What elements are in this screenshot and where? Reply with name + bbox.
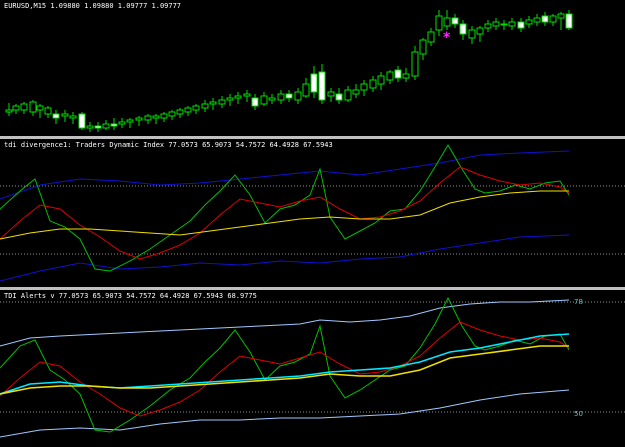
candle-body <box>327 91 335 97</box>
candle-body <box>218 99 226 105</box>
candle-body <box>168 111 176 117</box>
candle-body <box>360 83 368 91</box>
level-label-high: 78 <box>574 298 583 306</box>
candlestick-chart <box>5 10 573 132</box>
candle-body <box>419 39 427 55</box>
candle-body <box>110 123 118 127</box>
candle-body <box>318 71 326 101</box>
tdi-rsi-price-line <box>0 144 570 272</box>
candle-body <box>377 75 385 85</box>
candle-body <box>260 95 268 105</box>
candle-body <box>184 107 192 113</box>
price-chart-pane[interactable]: EURUSD,M15 1.09880 1.09880 1.09777 1.097… <box>0 0 625 136</box>
candle-body <box>369 79 377 89</box>
candle-body <box>484 23 492 29</box>
candle-body <box>285 93 293 99</box>
candle-body <box>525 19 533 25</box>
candle-body <box>335 93 343 101</box>
alerts-signal-line <box>0 321 570 417</box>
candle-body <box>226 97 234 101</box>
candle-body <box>118 121 126 125</box>
candle-body <box>209 101 217 105</box>
candle-body <box>201 103 209 109</box>
candle-body <box>44 107 52 115</box>
candle-body <box>557 13 565 19</box>
candle-body <box>517 21 525 29</box>
candle-body <box>52 113 60 119</box>
candle-body <box>565 13 573 29</box>
candle-body <box>443 17 451 27</box>
candle-body <box>427 31 435 43</box>
candle-body <box>500 23 508 26</box>
candle-body <box>126 119 134 123</box>
candle-body <box>435 15 443 31</box>
candle-body <box>94 125 102 129</box>
candle-body <box>533 17 541 23</box>
candle-body <box>386 71 394 81</box>
alerts-lower-band <box>0 389 570 438</box>
tdi-alerts-lines <box>0 296 625 438</box>
candle-body <box>69 115 77 119</box>
tdi-lower-band <box>0 234 570 282</box>
candle-body <box>451 17 459 25</box>
candle-body <box>468 29 476 39</box>
candle-body <box>20 103 28 111</box>
candle-body <box>78 113 86 129</box>
candle-body <box>243 93 251 97</box>
candle-body <box>394 69 402 79</box>
candle-body <box>476 27 484 35</box>
candle-body <box>294 91 302 101</box>
candle-body <box>5 109 13 113</box>
candle-body <box>192 105 200 111</box>
candle-body <box>152 115 160 119</box>
candle-body <box>492 21 500 27</box>
candle-body <box>541 15 549 23</box>
candle-body <box>29 101 37 113</box>
alerts-market-base-line <box>0 345 569 395</box>
candle-body <box>344 89 352 101</box>
tdi-divergence-pane[interactable]: tdi divergence1: Traders Dynamic Index 7… <box>0 139 625 287</box>
candle-body <box>176 109 184 115</box>
candle-body <box>251 97 259 107</box>
level-label-low: 50 <box>574 410 583 418</box>
candle-body <box>508 21 516 27</box>
tdi-market-base-line <box>0 190 569 240</box>
candle-body <box>234 95 242 99</box>
candle-body <box>36 105 44 111</box>
candle-body <box>459 23 467 35</box>
candle-body <box>86 125 94 129</box>
tdi-indicator-lines <box>0 144 625 282</box>
candle-body <box>277 93 285 101</box>
candle-body <box>160 113 168 119</box>
candle-body <box>411 51 419 77</box>
alerts-upper-band <box>0 299 570 347</box>
candle-body <box>402 73 410 79</box>
candle-body <box>302 83 310 97</box>
candle-body <box>12 105 20 111</box>
signal-star-marker: * <box>443 30 451 46</box>
candle-body <box>352 89 360 95</box>
candle-body <box>102 123 110 129</box>
candle-body <box>135 117 143 121</box>
tdi-upper-band <box>0 150 570 200</box>
tdi-alerts-pane[interactable]: TDI Alerts v 77.0573 65.9073 54.7572 64.… <box>0 290 625 447</box>
alerts-cyan-line <box>0 333 570 395</box>
candle-body <box>310 73 318 93</box>
candle-body <box>549 15 557 23</box>
tdi-signal-line <box>0 166 570 260</box>
candle-body <box>61 113 69 117</box>
candle-body <box>144 115 152 121</box>
candle-body <box>268 97 276 101</box>
